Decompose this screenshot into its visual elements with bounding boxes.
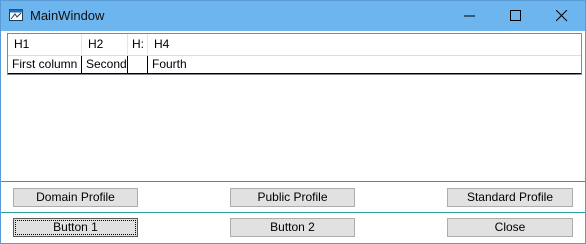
separator <box>1 181 585 182</box>
column-header-h2[interactable]: H2 <box>82 34 128 55</box>
table-row[interactable]: First column Second Fourth <box>8 56 581 74</box>
column-header-h4[interactable]: H4 <box>148 34 581 55</box>
grid-header: H1 H2 H: H4 <box>8 34 581 56</box>
maximize-icon <box>510 10 521 21</box>
window-app-icon <box>9 9 23 21</box>
minimize-icon <box>464 15 475 17</box>
close-icon <box>556 10 568 22</box>
separator <box>1 212 585 213</box>
maximize-button[interactable] <box>493 1 539 31</box>
close-window-button[interactable] <box>539 1 585 31</box>
domain-profile-button[interactable]: Domain Profile <box>13 188 138 207</box>
table-cell[interactable]: Fourth <box>148 56 581 74</box>
public-profile-button[interactable]: Public Profile <box>230 188 355 207</box>
window-title: MainWindow <box>30 8 105 23</box>
main-window: MainWindow H1 H2 H: H4 First column Seco… <box>0 0 586 244</box>
button-1[interactable]: Button 1 <box>13 218 138 237</box>
table-cell[interactable]: Second <box>82 56 128 74</box>
table-cell[interactable]: First column <box>8 56 82 74</box>
column-header-h1[interactable]: H1 <box>8 34 82 55</box>
column-header-h3[interactable]: H: <box>128 34 148 55</box>
button-2[interactable]: Button 2 <box>230 218 355 237</box>
focus-ring <box>15 220 136 235</box>
standard-profile-button[interactable]: Standard Profile <box>447 188 573 207</box>
data-grid[interactable]: H1 H2 H: H4 First column Second Fourth <box>7 33 582 75</box>
close-button[interactable]: Close <box>447 218 573 237</box>
table-cell[interactable] <box>128 56 148 74</box>
minimize-button[interactable] <box>447 1 493 31</box>
title-bar[interactable]: MainWindow <box>1 1 585 31</box>
